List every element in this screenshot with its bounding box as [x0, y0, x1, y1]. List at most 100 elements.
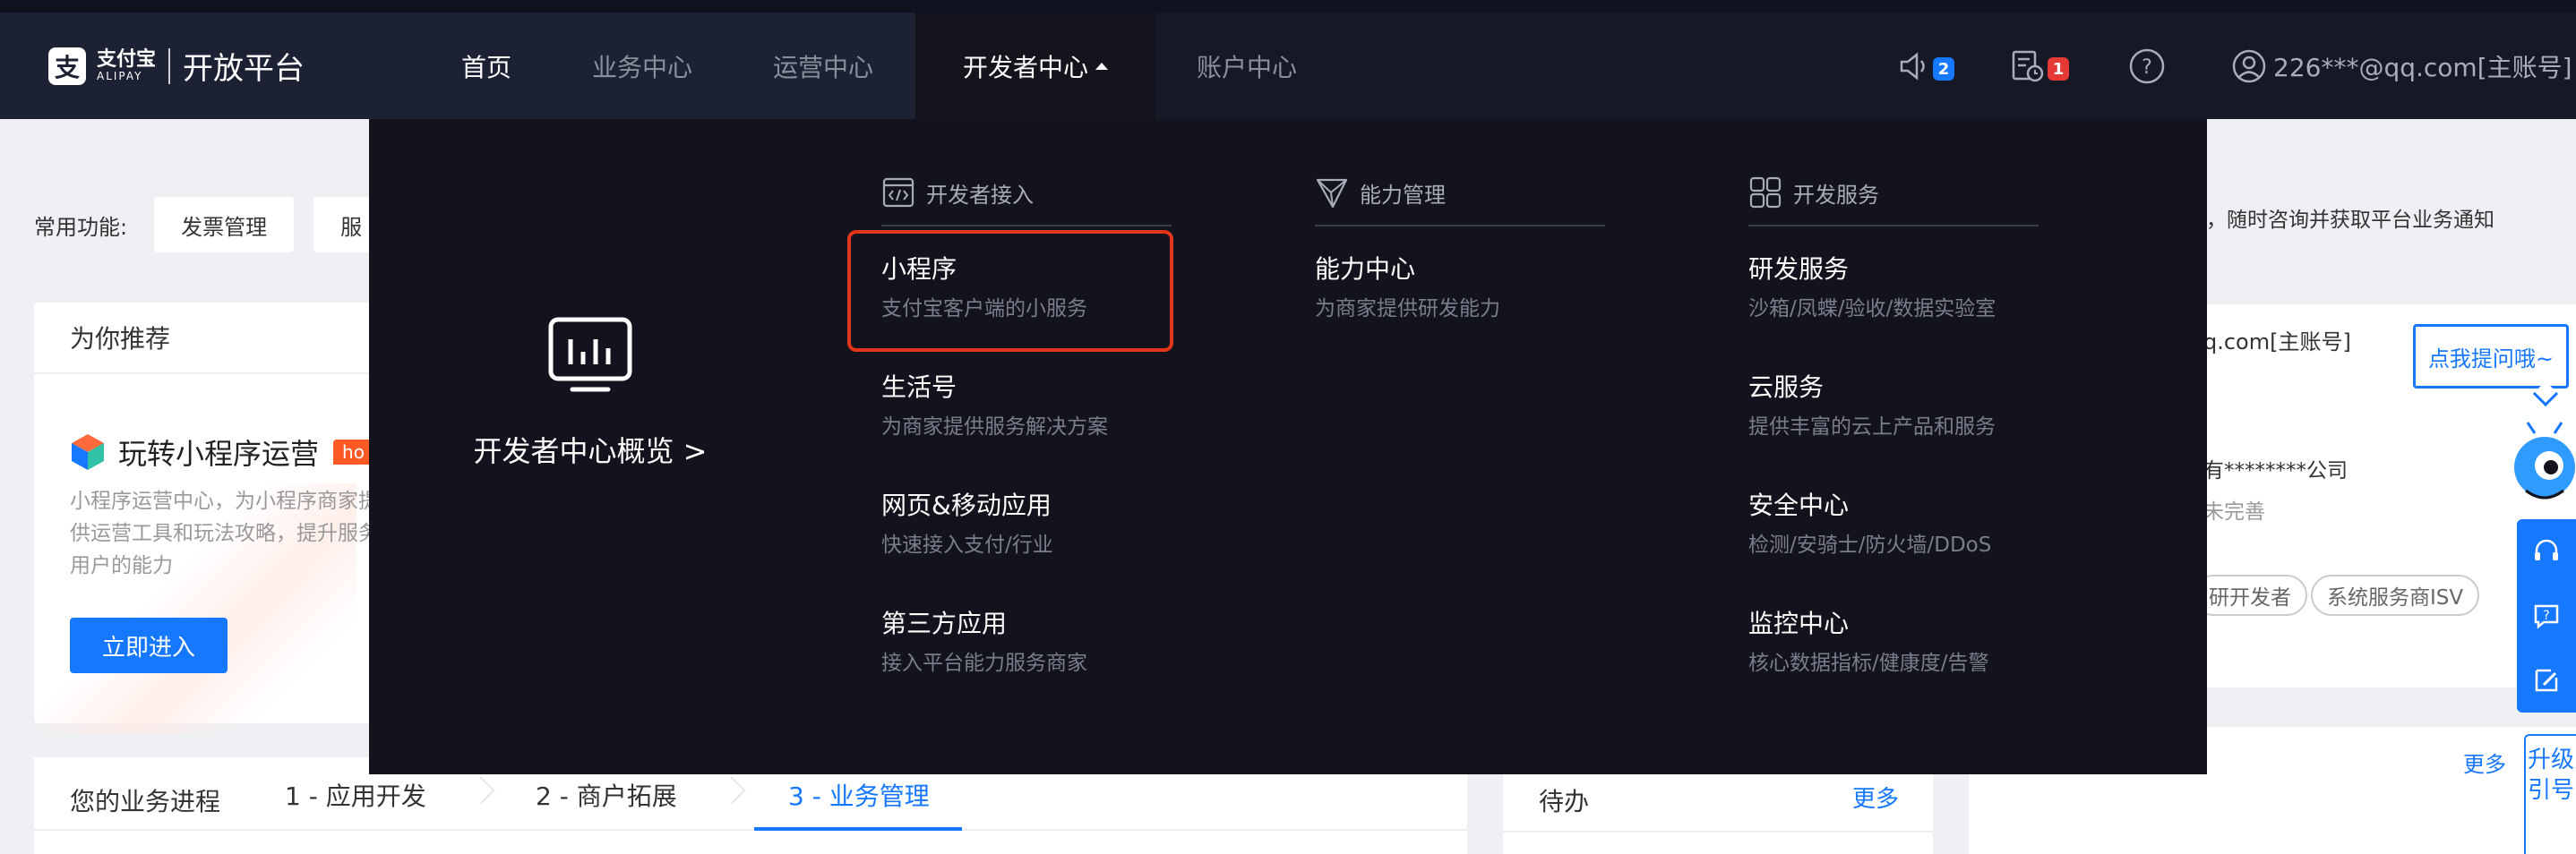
dropdown-item-lifeaccount[interactable]: 生活号 为商家提供服务解决方案: [881, 364, 1172, 463]
progress-divider: [34, 829, 1467, 831]
progress-title: 您的业务进程: [70, 787, 221, 816]
nav-account-center[interactable]: 账户中心: [1155, 13, 1338, 119]
item-desc: 快速接入支付/行业: [881, 534, 1053, 557]
item-title: 网页&移动应用: [881, 491, 1052, 520]
side-toolbar: ?: [2517, 519, 2576, 713]
platform-title: 开放平台: [183, 51, 305, 87]
item-title: 云服务: [1748, 372, 1825, 402]
progress-step-develop[interactable]: 1 - 应用开发: [285, 777, 426, 813]
item-desc: 提供丰富的云上产品和服务: [1748, 415, 1996, 439]
account-name: q.com[主账号]: [2203, 329, 2351, 354]
logo-text: 支付宝 ALIPAY: [97, 47, 157, 82]
item-title: 第三方应用: [881, 609, 1008, 638]
recommend-title[interactable]: 玩转小程序运营 ho: [68, 431, 374, 473]
account-status: 未完善: [2203, 500, 2265, 524]
col-head-devservice-label: 开发服务: [1793, 182, 1879, 208]
item-desc: 核心数据指标/健康度/告警: [1748, 652, 1989, 675]
col-head-capability: 能力管理: [1315, 176, 1605, 226]
col-head-devservice: 开发服务: [1748, 176, 2039, 226]
headset-icon[interactable]: [2531, 536, 2562, 567]
progress-step-merchant[interactable]: 2 - 商户拓展: [536, 777, 677, 813]
dropdown-item-cloud-service[interactable]: 云服务 提供丰富的云上产品和服务: [1748, 364, 2039, 463]
todo-divider: [1503, 831, 1933, 833]
notice-text[interactable]: 群，随时咨询并获取平台业务通知: [2185, 197, 2562, 238]
todo-more-link[interactable]: 更多: [1852, 781, 1899, 814]
col-head-access: 开发者接入: [881, 176, 1172, 226]
notification-badge: 2: [1933, 57, 1954, 81]
company-name: 有********公司: [2203, 459, 2348, 483]
developer-overview-link[interactable]: 开发者中心概览 >: [369, 119, 811, 774]
dropdown-item-web-mobile[interactable]: 网页&移动应用 快速接入支付/行业: [881, 483, 1172, 581]
step-chevron: [717, 776, 746, 805]
dropdown-item-thirdparty[interactable]: 第三方应用 接入平台能力服务商家: [881, 601, 1172, 699]
logo-cn: 支付宝: [97, 47, 157, 71]
item-desc: 检测/安骑士/防火墙/DDoS: [1748, 534, 1992, 557]
item-desc: 为商家提供研发能力: [1315, 297, 1500, 320]
user-menu[interactable]: 226***@qq.com[主账号]: [2232, 47, 2572, 86]
alipay-logo-icon: 支: [48, 47, 86, 85]
role-tag-developer[interactable]: 研开发者: [2193, 575, 2307, 616]
enter-button[interactable]: 立即进入: [70, 618, 228, 673]
hot-badge: ho: [333, 440, 374, 465]
message-badge: 1: [2048, 57, 2069, 81]
grid-apps-icon: [1749, 176, 1782, 209]
item-desc: 为商家提供服务解决方案: [881, 415, 1108, 439]
logo-separator: [168, 47, 171, 84]
paper-plane-icon: [1316, 178, 1348, 209]
quick-chip-invoice[interactable]: 发票管理: [154, 197, 295, 252]
quick-functions-label: 常用功能:: [34, 214, 128, 240]
nav-home[interactable]: 首页: [419, 13, 554, 119]
nav-developer-center[interactable]: 开发者中心: [915, 13, 1155, 119]
item-title: 安全中心: [1748, 491, 1850, 520]
recommend-title-text: 玩转小程序运营: [118, 437, 320, 471]
role-tag-isv[interactable]: 系统服务商ISV: [2311, 575, 2480, 616]
right-more-link[interactable]: 更多: [2463, 747, 2506, 778]
user-account-label: 226***@qq.com[主账号]: [2273, 53, 2572, 82]
ant-mascot-icon[interactable]: [2508, 421, 2576, 519]
dropdown-item-security-center[interactable]: 安全中心 检测/安骑士/防火墙/DDoS: [1748, 483, 2039, 581]
notification-button[interactable]: 2: [1897, 47, 1954, 86]
dropdown-item-capability-center[interactable]: 能力中心 为商家提供研发能力: [1315, 246, 1605, 345]
recommend-desc: 小程序运营中心，为小程序商家提供运营工具和玩法攻略，提升服务用户的能力: [70, 490, 379, 577]
caret-up-icon: [1095, 62, 1108, 70]
logo-en: ALIPAY: [97, 69, 143, 82]
code-window-icon: [882, 177, 914, 208]
highlight-box: [847, 230, 1173, 352]
col-head-access-label: 开发者接入: [926, 182, 1034, 208]
developer-overview-label: 开发者中心概览 >: [473, 434, 708, 468]
item-title: 研发服务: [1748, 254, 1850, 284]
miniprogram-cube-icon: [72, 434, 104, 470]
dropdown-item-monitor-center[interactable]: 监控中心 核心数据指标/健康度/告警: [1748, 601, 2039, 699]
item-title: 能力中心: [1315, 254, 1416, 284]
help-button[interactable]: ?: [2128, 47, 2166, 86]
svg-text:?: ?: [2543, 609, 2549, 623]
active-step-underline: [754, 827, 962, 831]
question-bubble-icon[interactable]: ?: [2531, 601, 2562, 631]
item-title: 监控中心: [1748, 609, 1850, 638]
step-chevron: [467, 776, 495, 805]
col-head-capability-label: 能力管理: [1360, 182, 1446, 208]
help-icon: ?: [2129, 48, 2165, 84]
item-desc: 接入平台能力服务商家: [881, 652, 1087, 675]
developer-center-dropdown: 开发者中心概览 > 开发者接入 小程序 支付宝客户端的小服务 生活号 为商家提供…: [369, 119, 2207, 774]
quick-functions: 常用功能: 发票管理 服: [34, 197, 408, 252]
monitor-chart-icon: [548, 317, 632, 392]
brand-logo[interactable]: 支 支付宝 ALIPAY 开放平台: [0, 13, 419, 119]
todo-title: 待办: [1539, 787, 1590, 816]
item-title: 生活号: [881, 372, 957, 402]
nav-business-center[interactable]: 业务中心: [554, 13, 731, 119]
dropdown-col-capability: 能力管理 能力中心 为商家提供研发能力: [1315, 176, 1605, 345]
dropdown-item-miniprogram[interactable]: 小程序 支付宝客户端的小服务: [847, 230, 1173, 352]
ask-question-bubble[interactable]: 点我提问哦~: [2413, 324, 2569, 389]
dropdown-item-rd-service[interactable]: 研发服务 沙箱/凤蝶/验收/数据实验室: [1748, 246, 2039, 345]
top-navbar: 支 支付宝 ALIPAY 开放平台 首页 业务中心 运营中心 开发者中心 账户中…: [0, 0, 2576, 119]
progress-step-manage[interactable]: 3 - 业务管理: [788, 777, 930, 813]
message-list-icon: [2012, 50, 2044, 82]
dropdown-col-devservice: 开发服务 研发服务 沙箱/凤蝶/验收/数据实验室 云服务 提供丰富的云上产品和服…: [1748, 176, 2039, 699]
edit-icon[interactable]: [2531, 665, 2562, 696]
svg-text:?: ?: [2142, 56, 2152, 79]
upgrade-guide-tab[interactable]: 升级引号: [2524, 734, 2576, 854]
message-button[interactable]: 1: [2010, 47, 2069, 86]
nav-operation-center[interactable]: 运营中心: [731, 13, 915, 119]
dropdown-col-access: 开发者接入 小程序 支付宝客户端的小服务 生活号 为商家提供服务解决方案 网页&…: [847, 176, 1173, 699]
